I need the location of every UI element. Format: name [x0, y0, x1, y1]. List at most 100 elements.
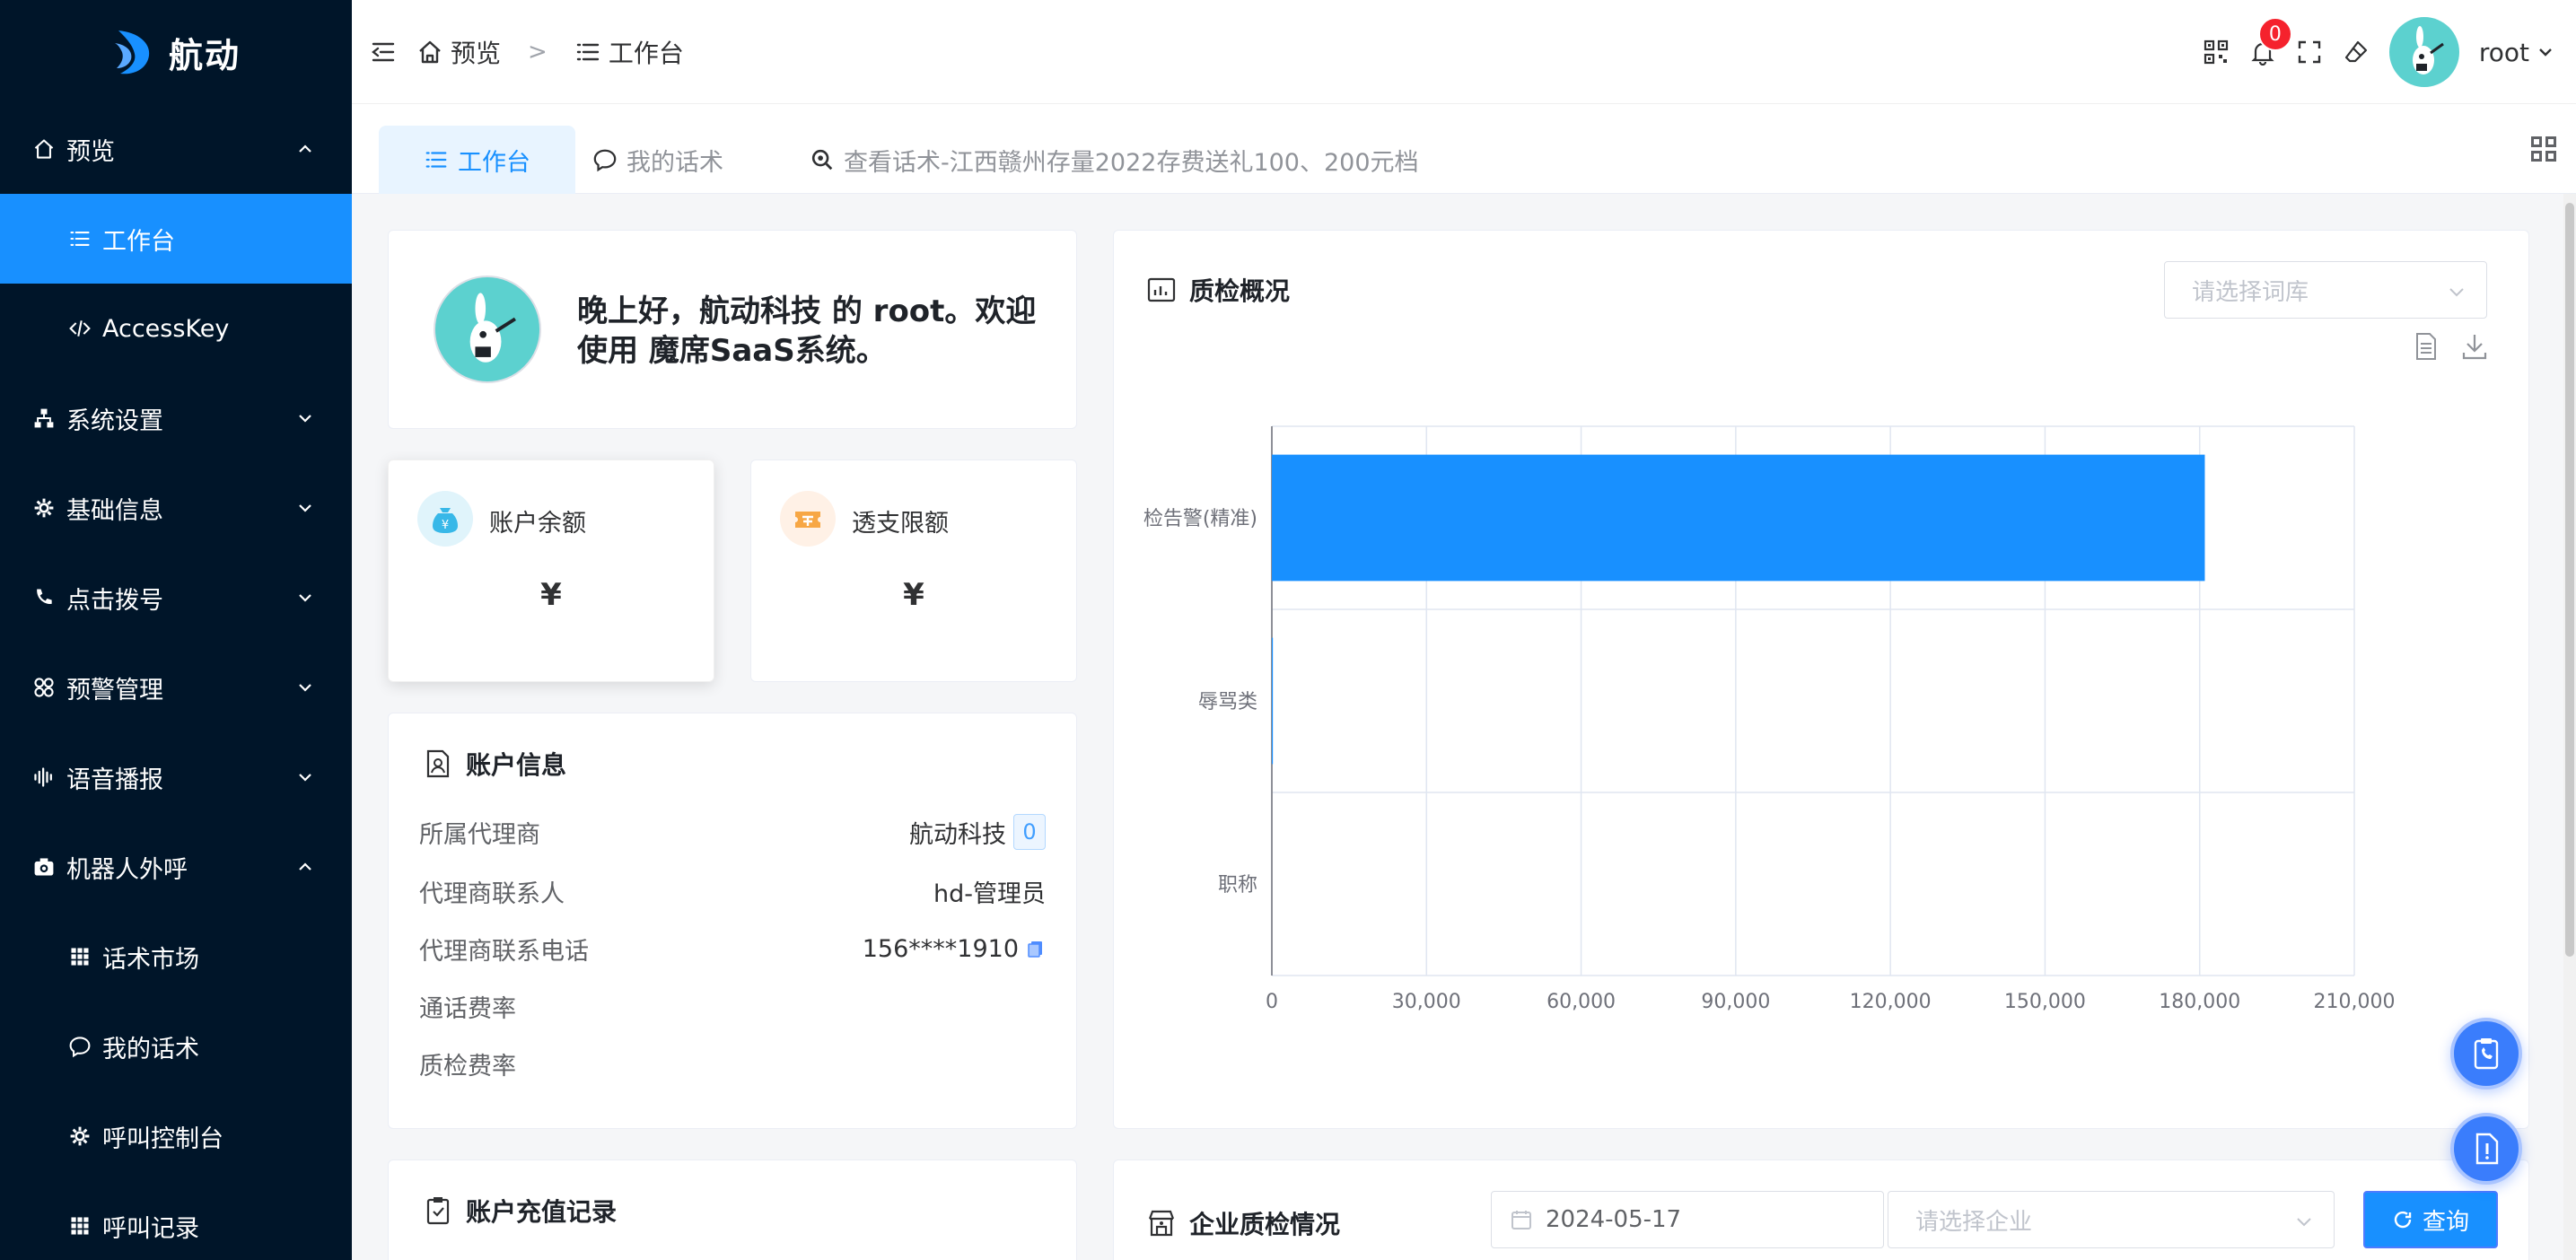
grid-circles-icon [31, 674, 57, 701]
id-card-icon [423, 748, 453, 779]
account-row-call-rate: 通话费率 [419, 988, 1046, 1024]
sidebar-item-label: 语音播报 [66, 766, 163, 794]
camera-icon [31, 853, 57, 880]
user-name: root [2478, 37, 2529, 67]
account-row-phone: 代理商联系电话 156****1910 [419, 931, 1046, 967]
row-key: 质检费率 [419, 1052, 516, 1081]
gear-icon [31, 494, 57, 521]
sidebar-item[interactable]: 语音播报 [0, 732, 352, 822]
chevron-down-icon [2297, 1218, 2311, 1227]
code-icon [66, 315, 93, 342]
qrcode-icon[interactable] [2203, 39, 2230, 66]
welcome-card: 晚上好，航动科技 的 root。欢迎使用 魔席SaaS系统。 [388, 230, 1077, 429]
account-info-title: 账户信息 [423, 746, 566, 782]
account-info-title-text: 账户信息 [466, 750, 567, 780]
sidebar-item-label: 机器人外呼 [66, 855, 188, 884]
date-picker[interactable]: 2024-05-17 [1491, 1191, 1884, 1248]
tab-label: 我的话术 [626, 148, 723, 177]
sidebar-item[interactable]: 呼叫控制台 [0, 1091, 352, 1181]
tab-view-script[interactable]: 查看话术-江西赣州存量2022存费送礼100、200元档 [810, 126, 1419, 194]
bell-icon[interactable]: 0 [2249, 17, 2292, 66]
chevron-down-icon [299, 774, 311, 782]
overdraft-card: 透支限额 ¥ [750, 459, 1077, 682]
home-icon [31, 136, 57, 162]
quality-overview-card: 质检概况 请选择词库 0 30,000 60,000 90,000 120,000 150… [1113, 230, 2529, 1129]
sidebar: 航动 预览工作台 AccessKey 系统设置基础信息 点击拨号 预警管理语音播报机器人… [0, 0, 352, 1260]
account-row-qc-rate: 质检费率 [419, 1046, 1046, 1081]
sidebar-item-label: 呼叫记录 [102, 1214, 199, 1243]
breadcrumb-separator: > [528, 38, 548, 66]
company-title-text: 企业质检情况 [1189, 1210, 1341, 1239]
tab-menu-grid-icon[interactable] [2529, 135, 2558, 163]
account-row-contact: 代理商联系人 hd-管理员 [419, 873, 1046, 909]
query-button[interactable]: 查询 [2363, 1191, 2498, 1248]
sidebar-item[interactable]: 机器人外呼 [0, 822, 352, 912]
overdraft-value: ¥ [903, 577, 924, 613]
row-value: 156****1910 [862, 934, 1019, 963]
row-value: 航动科技 [909, 820, 1006, 849]
x-tick-label: 150,000 [2004, 991, 2086, 1013]
chart-bar [1272, 637, 1274, 765]
notification-badge: 0 [2257, 17, 2292, 51]
balance-card: ¥ 账户余额 ¥ [388, 459, 714, 682]
company-select-placeholder: 请选择企业 [1915, 1208, 2033, 1236]
calendar-icon [1511, 1211, 1531, 1229]
copy-icon[interactable] [1026, 939, 1046, 958]
sidebar-item[interactable]: 我的话术 [0, 1002, 352, 1091]
alert-document-icon [2475, 1133, 2499, 1165]
fullscreen-icon[interactable] [2296, 39, 2323, 66]
sidebar-item[interactable]: 工作台 [0, 194, 352, 284]
sidebar-item-label: 系统设置 [66, 407, 163, 435]
agent-tag: 0 [1013, 814, 1046, 850]
eraser-icon[interactable] [2343, 39, 2370, 66]
tab-label: 工作台 [458, 148, 530, 177]
balance-value: ¥ [540, 577, 562, 613]
date-value: 2024-05-17 [1546, 1206, 1682, 1233]
x-tick-label: 180,000 [2159, 991, 2240, 1013]
x-tick-label: 0 [1266, 991, 1278, 1013]
account-info-card: 账户信息 所属代理商 航动科技 0 代理商联系人 hd-管理员 代理商联系电话 1… [388, 713, 1077, 1129]
phone-clipboard-icon [2474, 1038, 2499, 1070]
company-select[interactable]: 请选择企业 [1888, 1191, 2335, 1248]
sidebar-menu: 预览工作台 AccessKey 系统设置基础信息 点击拨号 预警管理语音播报机器人外呼话… [0, 104, 352, 1260]
chevron-down-icon [299, 684, 311, 692]
sidebar-item[interactable]: 预览 [0, 104, 352, 194]
x-tick-label: 210,000 [2314, 991, 2396, 1013]
app-name: 航动 [168, 35, 241, 75]
alert-float-button[interactable] [2450, 1113, 2522, 1185]
phone-float-button[interactable] [2450, 1018, 2522, 1089]
sidebar-item[interactable]: 呼叫记录 [0, 1181, 352, 1260]
sidebar-item-label: 预览 [66, 137, 115, 166]
breadcrumb-item-preview[interactable]: 预览 [451, 34, 501, 70]
logo[interactable]: 航动 [0, 0, 352, 104]
balance-title: 账户余额 [489, 510, 586, 538]
collapse-menu-icon[interactable] [370, 39, 397, 66]
tab-my-scripts[interactable]: 我的话术 [592, 126, 723, 194]
chevron-down-icon [2539, 48, 2552, 57]
sidebar-item[interactable]: AccessKey [0, 284, 352, 373]
company-title: 企业质检情况 [1146, 1205, 1340, 1241]
y-category-label: 职称 [1218, 874, 1257, 897]
sidebar-item-label: 呼叫控制台 [102, 1124, 223, 1153]
account-row-agent: 所属代理商 航动科技 0 [419, 814, 1046, 850]
user-menu[interactable]: root [2479, 38, 2554, 67]
user-avatar[interactable] [2388, 17, 2459, 87]
sidebar-item-label: 我的话术 [102, 1035, 199, 1063]
sidebar-item[interactable]: 点击拨号 [0, 553, 352, 643]
x-tick-label: 60,000 [1546, 991, 1616, 1013]
sidebar-item[interactable]: 预警管理 [0, 643, 352, 732]
ticket-icon [780, 491, 836, 547]
y-category-label: 辱骂类 [1198, 691, 1257, 713]
tab-workbench[interactable]: 工作台 [379, 126, 575, 194]
y-category-label: 检告警(精准) [1143, 508, 1257, 530]
gear-icon [66, 1123, 93, 1150]
list-icon [66, 225, 93, 252]
page-scrollbar-thumb[interactable] [2565, 203, 2574, 957]
zoom-search-icon [811, 149, 833, 171]
tabs-bar: 工作台 我的话术 查看话术-江西赣州存量2022存费送礼100、200元档 [352, 104, 2576, 194]
sidebar-item[interactable]: 基础信息 [0, 463, 352, 553]
breadcrumb-item-workbench[interactable]: 工作台 [609, 34, 684, 70]
sidebar-item[interactable]: 话术市场 [0, 912, 352, 1002]
chevron-up-icon [299, 144, 311, 153]
sidebar-item[interactable]: 系统设置 [0, 373, 352, 463]
